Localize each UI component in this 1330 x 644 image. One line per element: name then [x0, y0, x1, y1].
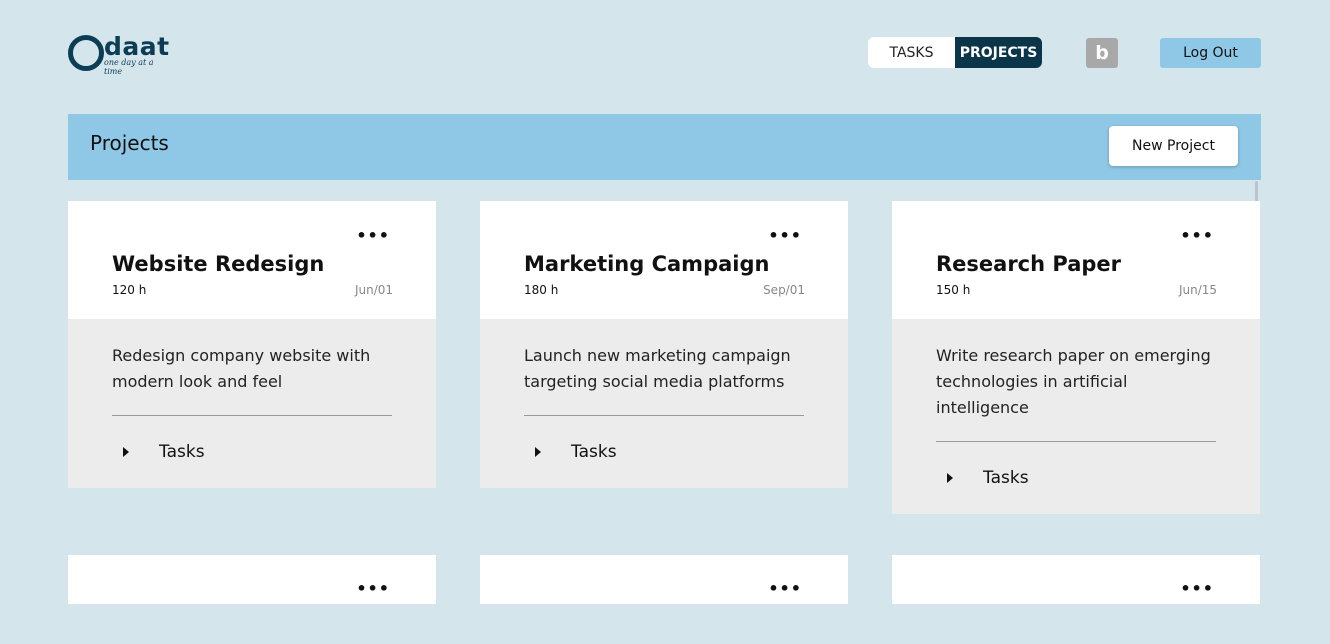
- project-date: Jun/15: [1178, 283, 1217, 297]
- view-toggle: TASKS PROJECTS: [868, 37, 1042, 68]
- new-project-button[interactable]: New Project: [1109, 126, 1238, 166]
- project-card-partial: •••: [892, 555, 1260, 604]
- tasks-expander[interactable]: Tasks: [112, 416, 392, 488]
- project-title: Marketing Campaign: [524, 252, 770, 276]
- project-card: ••• Marketing Campaign 180 h Sep/01 Laun…: [480, 201, 848, 488]
- app-logo[interactable]: daat one day at a time: [68, 32, 170, 76]
- more-options-icon[interactable]: •••: [768, 580, 802, 598]
- logo-text: daat: [104, 32, 170, 61]
- project-card-header: ••• Marketing Campaign 180 h Sep/01: [480, 201, 848, 319]
- project-description: Launch new marketing campaign targeting …: [524, 343, 804, 416]
- project-description: Write research paper on emerging technol…: [936, 343, 1216, 442]
- projects-view-button[interactable]: PROJECTS: [955, 37, 1042, 68]
- project-card-partial: •••: [68, 555, 436, 604]
- project-card: ••• Website Redesign 120 h Jun/01 Redesi…: [68, 201, 436, 488]
- more-options-icon[interactable]: •••: [768, 227, 802, 245]
- tasks-expander[interactable]: Tasks: [936, 442, 1216, 514]
- logo-o-mark: [68, 35, 104, 71]
- project-card-body: Redesign company website with modern loo…: [68, 319, 436, 488]
- more-options-icon[interactable]: •••: [1180, 227, 1214, 245]
- project-hours: 150 h: [936, 283, 971, 297]
- project-card-body: Write research paper on emerging technol…: [892, 319, 1260, 514]
- logo-tagline: one day at a time: [104, 58, 154, 76]
- project-card: ••• Research Paper 150 h Jun/15 Write re…: [892, 201, 1260, 514]
- tasks-label: Tasks: [983, 468, 1029, 488]
- tasks-expander[interactable]: Tasks: [524, 416, 804, 488]
- caret-right-icon: [535, 447, 541, 457]
- project-date: Jun/01: [354, 283, 393, 297]
- caret-right-icon: [947, 473, 953, 483]
- project-title: Website Redesign: [112, 252, 325, 276]
- project-card-header: ••• Website Redesign 120 h Jun/01: [68, 201, 436, 319]
- more-options-icon[interactable]: •••: [1180, 580, 1214, 598]
- projects-banner: Projects New Project: [68, 114, 1261, 180]
- caret-right-icon: [123, 447, 129, 457]
- project-hours: 180 h: [524, 283, 559, 297]
- project-date: Sep/01: [763, 283, 805, 297]
- tasks-label: Tasks: [571, 442, 617, 462]
- project-card-header: ••• Research Paper 150 h Jun/15: [892, 201, 1260, 319]
- project-title: Research Paper: [936, 252, 1122, 276]
- project-hours: 120 h: [112, 283, 147, 297]
- user-avatar[interactable]: b: [1086, 38, 1118, 68]
- more-options-icon[interactable]: •••: [356, 227, 390, 245]
- tasks-label: Tasks: [159, 442, 205, 462]
- tasks-view-button[interactable]: TASKS: [868, 37, 955, 68]
- more-options-icon[interactable]: •••: [356, 580, 390, 598]
- project-card-partial: •••: [480, 555, 848, 604]
- page-title: Projects: [90, 131, 169, 155]
- logout-button[interactable]: Log Out: [1160, 38, 1261, 68]
- project-card-body: Launch new marketing campaign targeting …: [480, 319, 848, 488]
- project-description: Redesign company website with modern loo…: [112, 343, 392, 416]
